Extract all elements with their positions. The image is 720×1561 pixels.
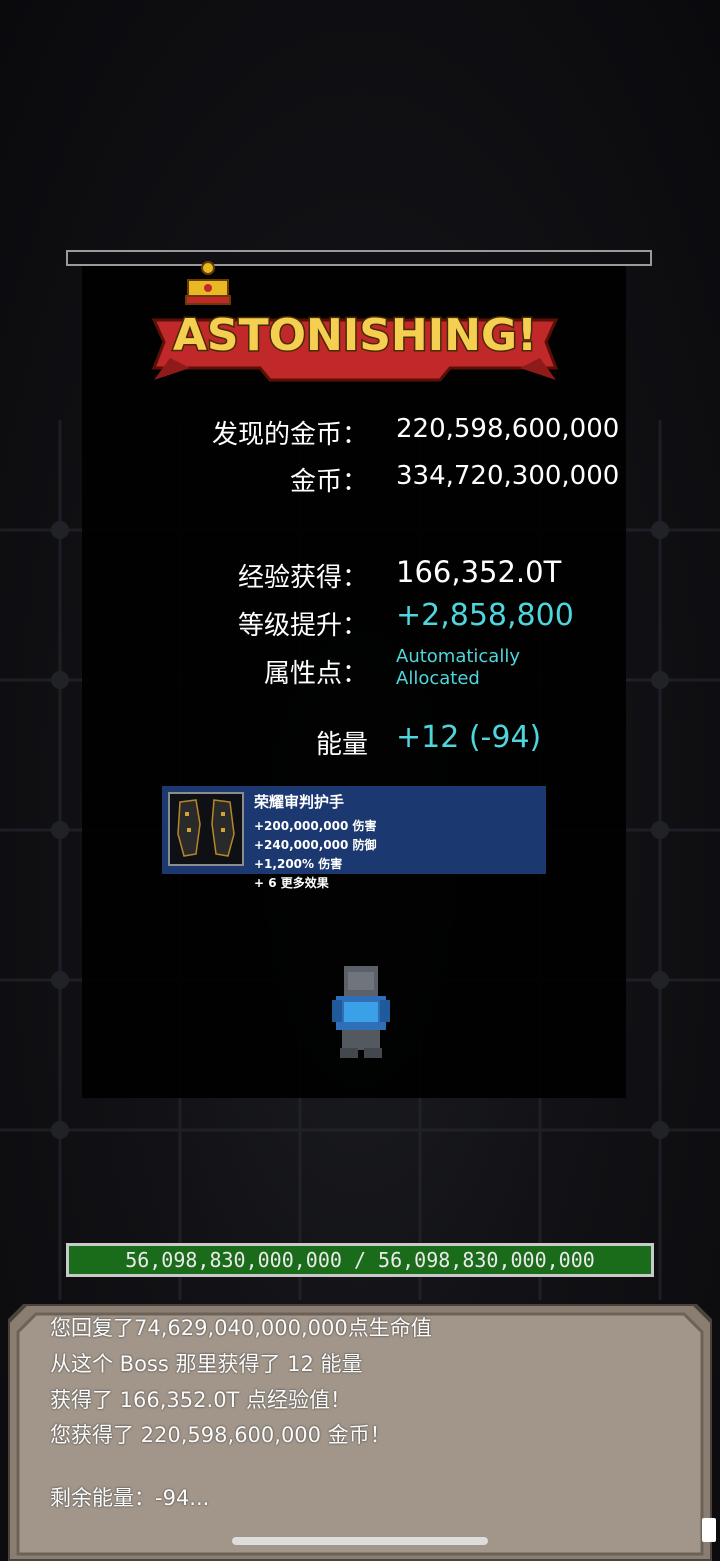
energy-label: 能量 — [315, 730, 368, 760]
exp-value: 166,352.0T — [396, 555, 562, 589]
item-more-effects: + 6 更多效果 — [254, 876, 329, 890]
home-indicator[interactable] — [232, 1537, 488, 1545]
gold-found-label: 发现的金币： — [211, 420, 368, 450]
astonishing-banner: ASTONISHING! — [151, 261, 559, 382]
gold-value: 334,720,300,000 — [396, 461, 620, 491]
log-line-remaining-energy: 剩余能量：-94... — [50, 1486, 210, 1510]
level-up-label: 等级提升： — [237, 611, 368, 641]
attribute-points-label: 属性点： — [263, 659, 368, 689]
item-stat-damage: +200,000,000 伤害 — [254, 819, 377, 833]
log-line-3: 获得了 166,352.0T 点经验值！ — [50, 1388, 352, 1412]
level-up-value: +2,858,800 — [396, 598, 574, 633]
gauntlet-icon — [168, 792, 244, 866]
log-scrollbar[interactable] — [702, 1518, 716, 1542]
attribute-points-value-1: Automatically — [396, 646, 520, 667]
gold-label: 金币： — [289, 467, 368, 497]
hp-bar-text: 56,098,830,000,000 / 56,098,830,000,000 — [125, 1248, 595, 1272]
log-line-4: 您获得了 220,598,600,000 金币！ — [50, 1423, 391, 1447]
crown-icon — [185, 261, 231, 305]
hero-sprite — [332, 966, 390, 1058]
item-stat-defense: +240,000,000 防御 — [254, 838, 377, 852]
log-line-2: 从这个 Boss 那里获得了 12 能量 — [50, 1352, 363, 1376]
exp-label: 经验获得： — [237, 563, 368, 593]
attribute-points-value-2: Allocated — [396, 668, 480, 689]
svg-text:ASTONISHING!: ASTONISHING! — [173, 310, 537, 361]
gold-found-value: 220,598,600,000 — [396, 414, 620, 444]
hp-bar: 56,098,830,000,000 / 56,098,830,000,000 — [66, 1243, 654, 1277]
item-name: 荣耀审判护手 — [254, 793, 345, 811]
energy-value: +12 (-94) — [396, 720, 542, 755]
log-line-1: 您回复了74,629,040,000,000点生命值 — [50, 1316, 432, 1340]
item-stat-damage-percent: +1,200% 伤害 — [254, 857, 343, 871]
